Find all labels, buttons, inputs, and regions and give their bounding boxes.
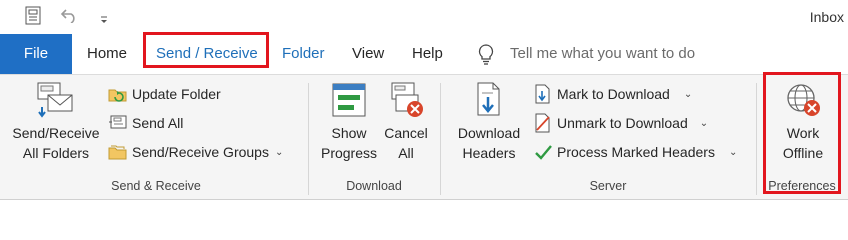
chevron-down-icon: ⌄ — [728, 146, 738, 158]
group-separator — [440, 83, 441, 195]
mark-to-download-dropdown[interactable]: Mark to Download ⌄ — [533, 81, 692, 107]
work-offline-button[interactable]: Work Offline — [770, 81, 836, 163]
chevron-down-icon: ⌄ — [683, 88, 693, 100]
window-title: Inbox — [809, 9, 844, 25]
tab-file[interactable]: File — [0, 34, 72, 74]
tell-me-search-box[interactable]: Tell me what you want to do — [510, 34, 695, 74]
send-receive-all-folders-qat-icon[interactable] — [24, 6, 44, 31]
send-receive-groups-icon — [108, 145, 127, 160]
mark-to-download-icon — [535, 84, 550, 104]
send-receive-all-folders-icon — [37, 82, 73, 118]
update-folder-button[interactable]: Update Folder — [108, 81, 221, 107]
send-receive-all-folders-label-1: Send/Receive — [12, 125, 100, 141]
group-separator — [308, 83, 309, 195]
ribbon-tabs: File Home Send / Receive Folder View Hel… — [0, 32, 848, 74]
chevron-down-icon: ⌄ — [274, 146, 284, 158]
unmark-to-download-dropdown[interactable]: Unmark to Download ⌄ — [533, 110, 708, 136]
work-offline-icon — [787, 84, 820, 116]
customize-qat-dropdown-icon[interactable] — [100, 11, 108, 29]
download-headers-icon — [477, 82, 500, 116]
work-offline-label-2: Offline — [782, 145, 824, 161]
process-marked-headers-dropdown[interactable]: Process Marked Headers ⌄ — [533, 139, 737, 165]
send-all-icon — [109, 115, 127, 129]
cancel-all-label-1: Cancel — [384, 125, 428, 141]
send-receive-groups-label: Send/Receive Groups — [132, 144, 269, 160]
tab-view[interactable]: View — [352, 34, 384, 74]
lightbulb-icon — [478, 44, 494, 70]
cancel-all-label-2: All — [398, 145, 414, 161]
show-progress-label-1: Show — [331, 125, 367, 141]
group-label-send-receive: Send & Receive — [111, 179, 201, 193]
show-progress-icon — [332, 83, 366, 117]
undo-icon[interactable] — [60, 7, 78, 28]
group-label-server: Server — [589, 179, 627, 193]
group-label-preferences: Preferences — [768, 179, 836, 193]
group-separator — [756, 83, 757, 195]
send-all-button[interactable]: Send All — [108, 110, 183, 136]
update-folder-label: Update Folder — [132, 86, 221, 102]
update-folder-icon — [108, 89, 127, 102]
tab-help[interactable]: Help — [412, 34, 443, 74]
checkmark-icon — [535, 145, 552, 160]
chevron-down-icon: ⌄ — [699, 117, 709, 129]
mark-to-download-label: Mark to Download — [557, 86, 670, 102]
download-headers-label-2: Headers — [462, 145, 516, 161]
tab-send-receive[interactable]: Send / Receive — [156, 34, 258, 74]
title-bar: Inbox — [0, 0, 848, 34]
cancel-all-button[interactable]: Cancel All — [380, 81, 432, 163]
group-label-download: Download — [346, 179, 402, 193]
work-offline-label-1: Work — [786, 125, 820, 141]
cancel-all-icon — [391, 82, 423, 117]
download-headers-label-1: Download — [457, 125, 521, 141]
unmark-to-download-icon — [535, 113, 550, 133]
show-progress-button[interactable]: Show Progress — [316, 81, 382, 163]
tab-folder[interactable]: Folder — [282, 34, 325, 74]
send-all-label: Send All — [132, 115, 184, 131]
send-receive-groups-dropdown[interactable]: Send/Receive Groups ⌄ — [108, 139, 283, 165]
show-progress-label-2: Progress — [320, 145, 378, 161]
process-marked-headers-label: Process Marked Headers — [557, 144, 715, 160]
download-headers-button[interactable]: Download Headers — [450, 81, 528, 163]
tab-home[interactable]: Home — [87, 34, 127, 74]
send-receive-all-folders-label-2: All Folders — [22, 145, 90, 161]
send-receive-all-folders-button[interactable]: Send/Receive All Folders — [8, 81, 104, 163]
ribbon-panel: Send/Receive All Folders Update Folder S… — [0, 72, 848, 200]
unmark-to-download-label: Unmark to Download — [557, 115, 688, 131]
